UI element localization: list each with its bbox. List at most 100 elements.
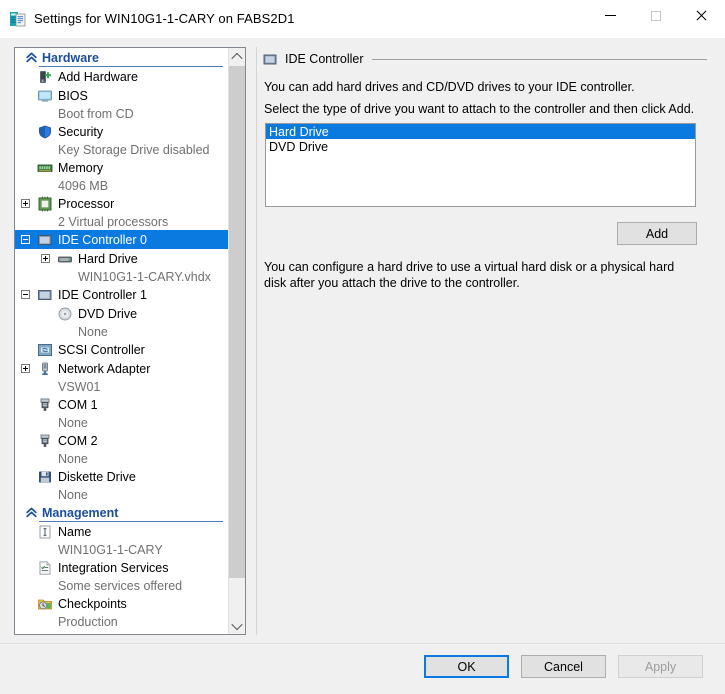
description-line-2: Select the type of drive you want to att… [264, 102, 695, 116]
window-title: Settings for WIN10G1-1-CARY on FABS2D1 [34, 11, 295, 26]
cancel-button[interactable]: Cancel [521, 655, 606, 678]
tree-item-subtext: None [58, 487, 88, 502]
network-adapter-icon [37, 361, 53, 377]
collapse-icon[interactable] [21, 290, 30, 299]
tree-item-network-adapter[interactable]: Network Adapter [15, 359, 229, 378]
close-icon [695, 10, 707, 22]
settings-window: Settings for WIN10G1-1-CARY on FABS2D1 H… [0, 0, 725, 694]
apply-button[interactable]: Apply [618, 655, 703, 678]
tree-item-scsi-controller[interactable]: SCSI Controller [15, 340, 229, 359]
tree-item-label: BIOS [58, 88, 88, 103]
tree-scrollbar[interactable] [228, 48, 245, 634]
tree-item-smart-paging-file-location[interactable]: Smart Paging File Location [15, 630, 229, 635]
scsi-controller-icon [37, 342, 53, 358]
tree-item-label: Network Adapter [58, 361, 151, 376]
tree-item-label: Hard Drive [78, 251, 138, 266]
name-textfield-icon [37, 524, 53, 540]
processor-icon [37, 196, 53, 212]
tree-item-name[interactable]: Name [15, 522, 229, 541]
tree-item-subtext: WIN10G1-1-CARY [58, 542, 163, 557]
tree-item-label: DVD Drive [78, 306, 138, 321]
tree-item-subtext: None [78, 324, 108, 339]
tree-item-label: Processor [58, 196, 115, 211]
tree-item-subtext: None [58, 451, 88, 466]
tree-item-subtext: Production [58, 614, 118, 629]
tree-item-ide-controller-0[interactable]: IDE Controller 0 [15, 230, 229, 249]
tree-section-header-hardware[interactable]: Hardware [15, 48, 229, 67]
group-header: IDE Controller [263, 50, 707, 68]
tree-item-label: Add Hardware [58, 69, 138, 84]
description-line-3: You can configure a hard drive to use a … [264, 260, 675, 290]
expand-icon[interactable] [21, 364, 30, 373]
tree-item-label: COM 1 [58, 397, 98, 412]
drive-type-option[interactable]: DVD Drive [266, 139, 695, 154]
tree-item-bios[interactable]: BIOS [15, 86, 229, 105]
tree-section-header-management[interactable]: Management [15, 503, 229, 522]
hard-drive-icon [57, 251, 73, 267]
tree-item-checkpoints[interactable]: Checkpoints [15, 594, 229, 613]
tree-item-subtext: 4096 MB [58, 178, 109, 193]
tree-item-subtext: WIN10G1-1-CARY.vhdx [78, 269, 211, 284]
tree-item-memory[interactable]: Memory [15, 158, 229, 177]
chevron-double-up-icon [25, 506, 38, 519]
add-button[interactable]: Add [617, 222, 697, 245]
maximize-button[interactable] [633, 0, 678, 31]
tree-item-add-hardware[interactable]: Add Hardware [15, 67, 229, 86]
tree-item-label: Memory [58, 160, 104, 175]
tree-item-subtext: Some services offered [58, 578, 183, 593]
tree-item-label: IDE Controller 1 [58, 287, 147, 302]
tree-item-subtext: Boot from CD [58, 106, 134, 121]
minimize-icon [605, 15, 616, 16]
com-port-icon [37, 397, 53, 413]
expand-icon[interactable] [21, 199, 30, 208]
scroll-down-arrow-icon[interactable] [229, 617, 245, 634]
integration-services-icon [37, 560, 53, 576]
drive-type-listbox[interactable]: Hard Drive DVD Drive [265, 123, 696, 207]
bios-monitor-icon [37, 88, 53, 104]
diskette-drive-icon [37, 469, 53, 485]
tree-section-label: Hardware [42, 50, 99, 65]
collapse-icon[interactable] [21, 235, 30, 244]
tree-item-label: Security [58, 124, 104, 139]
group-divider [371, 58, 707, 60]
memory-icon [37, 160, 53, 176]
ide-controller-icon [263, 52, 278, 67]
tree-item-label: SCSI Controller [58, 342, 145, 357]
tree-item-label: Diskette Drive [58, 469, 136, 484]
expand-icon[interactable] [41, 254, 50, 263]
scrollbar-thumb[interactable] [229, 66, 245, 578]
scroll-up-arrow-icon[interactable] [229, 48, 245, 65]
tree-item-com-1[interactable]: COM 1 [15, 395, 229, 414]
dialog-footer: OK Cancel Apply [0, 643, 725, 694]
title-bar: Settings for WIN10G1-1-CARY on FABS2D1 [0, 0, 725, 38]
smart-paging-icon [37, 632, 53, 635]
close-button[interactable] [678, 0, 723, 31]
tree-item-com-2[interactable]: COM 2 [15, 431, 229, 450]
tree-item-label: Integration Services [58, 560, 169, 575]
ide-controller-panel: IDE Controller You can add hard drives a… [256, 47, 711, 635]
tree-item-dvd-drive[interactable]: DVD Drive [15, 304, 229, 323]
tree-item-integration-services[interactable]: Integration Services [15, 558, 229, 577]
checkpoints-icon [37, 596, 53, 612]
description-line-1: You can add hard drives and CD/DVD drive… [264, 80, 635, 94]
tree-item-processor[interactable]: Processor [15, 194, 229, 213]
tree-item-label: Checkpoints [58, 596, 127, 611]
tree-item-label: IDE Controller 0 [58, 232, 147, 247]
drive-type-option[interactable]: Hard Drive [266, 124, 695, 139]
tree-item-security[interactable]: Security [15, 122, 229, 141]
ok-button[interactable]: OK [424, 655, 509, 678]
add-hardware-icon [37, 69, 53, 85]
hardware-tree-panel[interactable]: Hardware Add Hardware BIOS Boot from CD Secu… [14, 47, 246, 635]
tree-item-subtext: Key Storage Drive disabled [58, 142, 210, 157]
tree-item-subtext: VSW01 [58, 379, 101, 394]
minimize-button[interactable] [588, 0, 633, 31]
tree-item-subtext: None [58, 415, 88, 430]
tree-item-diskette-drive[interactable]: Diskette Drive [15, 467, 229, 486]
maximize-icon [650, 10, 661, 21]
shield-icon [37, 124, 53, 140]
tree-item-hard-drive[interactable]: Hard Drive [15, 249, 229, 268]
tree-item-label: Smart Paging File Location [58, 633, 208, 635]
tree-item-subtext: 2 Virtual processors [58, 214, 169, 229]
vm-settings-icon [9, 10, 27, 28]
tree-item-ide-controller-1[interactable]: IDE Controller 1 [15, 285, 229, 304]
